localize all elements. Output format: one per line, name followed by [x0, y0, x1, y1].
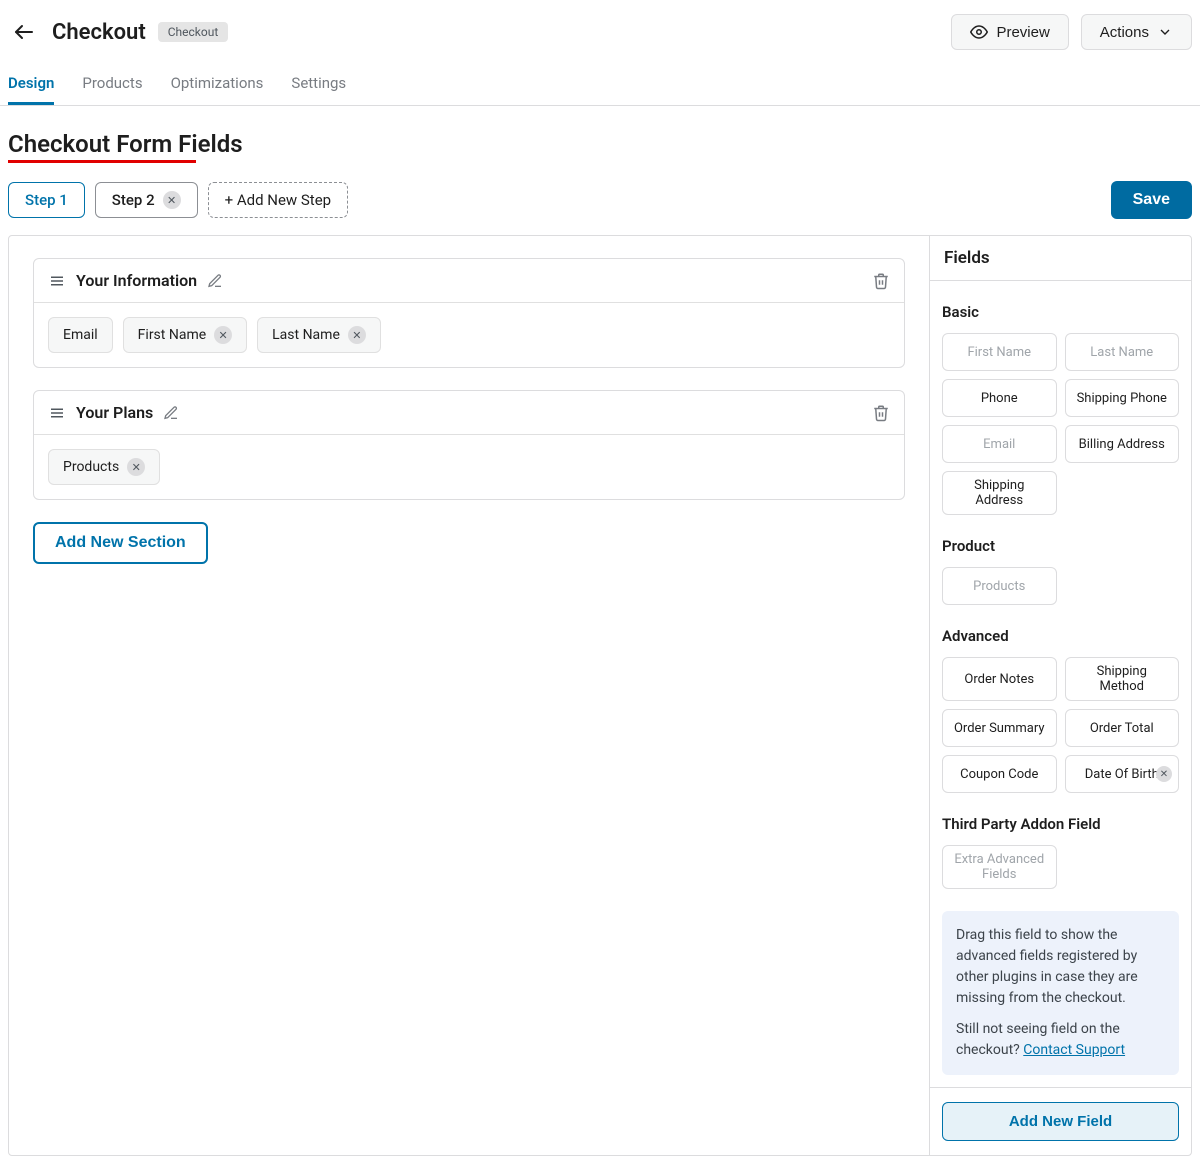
group-product: Products: [942, 567, 1179, 605]
add-step-button[interactable]: + Add New Step: [208, 182, 349, 218]
field-coupon-code[interactable]: Coupon Code: [942, 755, 1057, 793]
step-1-label: Step 1: [25, 191, 68, 209]
field-chip-products[interactable]: Products ✕: [48, 449, 160, 485]
edit-icon[interactable]: [163, 405, 179, 421]
trash-icon[interactable]: [872, 404, 890, 422]
tab-products[interactable]: Products: [82, 64, 142, 105]
field-products[interactable]: Products: [942, 567, 1057, 605]
section-head: Your Information: [34, 259, 904, 303]
field-shipping-address[interactable]: Shipping Address: [942, 471, 1057, 515]
header-left: Checkout Checkout: [8, 16, 228, 48]
field-phone[interactable]: Phone: [942, 379, 1057, 417]
edit-icon[interactable]: [207, 273, 223, 289]
add-step-label: + Add New Step: [225, 191, 332, 209]
section-your-plans: Your Plans Products ✕: [33, 390, 905, 500]
field-order-summary[interactable]: Order Summary: [942, 709, 1057, 747]
group-title-advanced: Advanced: [942, 627, 1179, 645]
fields-panel-body: Basic First Name Last Name Phone Shippin…: [930, 281, 1191, 1087]
info-note-text2-wrap: Still not seeing field on the checkout? …: [956, 1019, 1165, 1061]
page-heading: Checkout Form Fields: [8, 130, 243, 158]
field-first-name[interactable]: First Name: [942, 333, 1057, 371]
tab-design[interactable]: Design: [8, 64, 54, 105]
save-button[interactable]: Save: [1111, 181, 1192, 219]
fields-panel-footer: Add New Field: [930, 1087, 1191, 1155]
field-billing-address[interactable]: Billing Address: [1065, 425, 1180, 463]
group-title-basic: Basic: [942, 303, 1179, 321]
page-heading-wrap: Checkout Form Fields: [8, 130, 1192, 163]
tab-settings[interactable]: Settings: [291, 64, 346, 105]
group-third-party: Extra Advanced Fields: [942, 845, 1179, 889]
field-shipping-phone[interactable]: Shipping Phone: [1065, 379, 1180, 417]
back-arrow-icon[interactable]: [8, 16, 40, 48]
field-chip-label: Last Name: [272, 327, 340, 343]
tabs: Design Products Optimizations Settings: [0, 64, 1200, 106]
field-order-total[interactable]: Order Total: [1065, 709, 1180, 747]
section-title: Your Information: [76, 271, 197, 290]
header-right: Preview Actions: [951, 14, 1192, 50]
drag-handle-icon[interactable]: [48, 404, 66, 422]
field-order-notes[interactable]: Order Notes: [942, 657, 1057, 701]
group-advanced: Order Notes Shipping Method Order Summar…: [942, 657, 1179, 793]
fields-panel-heading: Fields: [930, 236, 1191, 281]
section-body: Email First Name ✕ Last Name ✕: [34, 303, 904, 367]
step-1-pill[interactable]: Step 1: [8, 182, 85, 218]
steps-row: Step 1 Step 2 ✕ + Add New Step: [8, 182, 348, 218]
actions-label: Actions: [1100, 24, 1149, 41]
left-panel: Your Information Email First Name ✕: [9, 236, 929, 1155]
section-head: Your Plans: [34, 391, 904, 435]
section-head-left: Your Plans: [48, 403, 179, 422]
trash-icon[interactable]: [872, 272, 890, 290]
header: Checkout Checkout Preview Actions: [0, 0, 1200, 64]
field-chip-email[interactable]: Email: [48, 317, 113, 353]
eye-icon: [970, 23, 988, 41]
actions-button[interactable]: Actions: [1081, 14, 1192, 50]
toolbar: Step 1 Step 2 ✕ + Add New Step Save: [0, 181, 1200, 219]
info-note: Drag this field to show the advanced fie…: [942, 911, 1179, 1075]
close-icon[interactable]: ✕: [127, 458, 145, 476]
field-shipping-method[interactable]: Shipping Method: [1065, 657, 1180, 701]
field-label: Date Of Birth: [1085, 767, 1159, 782]
field-chip-label: Email: [63, 327, 98, 343]
section-body: Products ✕: [34, 435, 904, 499]
section-your-information: Your Information Email First Name ✕: [33, 258, 905, 368]
step-2-label: Step 2: [112, 191, 155, 209]
field-email[interactable]: Email: [942, 425, 1057, 463]
field-chip-label: Products: [63, 459, 119, 475]
preview-label: Preview: [996, 24, 1049, 41]
field-chip-label: First Name: [138, 327, 206, 343]
step-2-pill[interactable]: Step 2 ✕: [95, 182, 198, 218]
field-date-of-birth[interactable]: Date Of Birth ✕: [1065, 755, 1180, 793]
field-chip-first-name[interactable]: First Name ✕: [123, 317, 247, 353]
chevron-down-icon: [1157, 24, 1173, 40]
add-field-button[interactable]: Add New Field: [942, 1102, 1179, 1141]
page-heading-underline: [8, 160, 196, 163]
field-last-name[interactable]: Last Name: [1065, 333, 1180, 371]
close-icon[interactable]: ✕: [1156, 766, 1172, 782]
section-title: Your Plans: [76, 403, 153, 422]
main-area: Your Information Email First Name ✕: [8, 235, 1192, 1156]
fields-panel: Fields Basic First Name Last Name Phone …: [929, 236, 1191, 1155]
group-basic: First Name Last Name Phone Shipping Phon…: [942, 333, 1179, 515]
tab-optimizations[interactable]: Optimizations: [171, 64, 264, 105]
breadcrumb-badge: Checkout: [158, 22, 229, 42]
close-icon[interactable]: ✕: [348, 326, 366, 344]
field-chip-last-name[interactable]: Last Name ✕: [257, 317, 381, 353]
close-icon[interactable]: ✕: [163, 191, 181, 209]
preview-button[interactable]: Preview: [951, 14, 1068, 50]
group-title-product: Product: [942, 537, 1179, 555]
field-extra-advanced[interactable]: Extra Advanced Fields: [942, 845, 1057, 889]
info-note-text1: Drag this field to show the advanced fie…: [956, 925, 1165, 1009]
section-head-left: Your Information: [48, 271, 223, 290]
add-section-button[interactable]: Add New Section: [33, 522, 208, 564]
page-title: Checkout: [52, 20, 146, 45]
close-icon[interactable]: ✕: [214, 326, 232, 344]
contact-support-link[interactable]: Contact Support: [1023, 1042, 1125, 1058]
drag-handle-icon[interactable]: [48, 272, 66, 290]
group-title-third-party: Third Party Addon Field: [942, 815, 1179, 833]
